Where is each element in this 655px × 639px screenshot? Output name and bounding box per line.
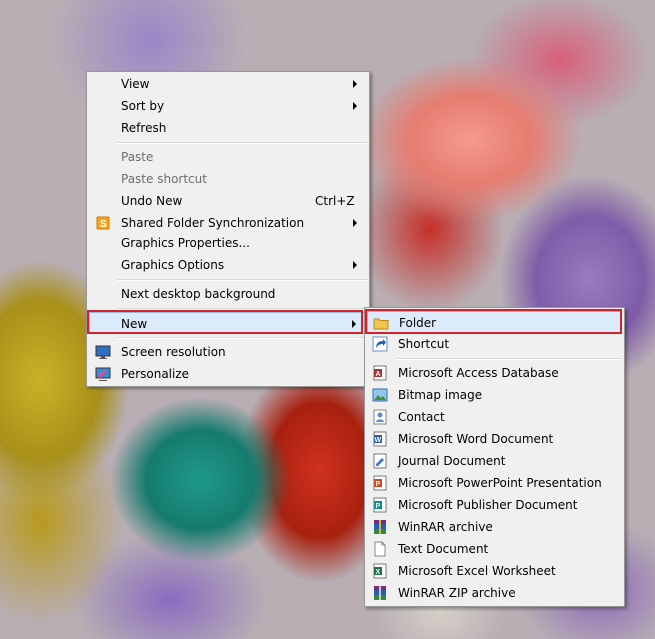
- menu-item-paste-shortcut[interactable]: Paste shortcut: [89, 168, 367, 190]
- menu-item-next-desktop-background-label: Next desktop background: [121, 287, 276, 301]
- sync-icon: S: [96, 216, 110, 230]
- submenu-item-bitmap-image[interactable]: Bitmap image: [367, 384, 622, 406]
- menu-item-graphics-properties-label: Graphics Properties...: [121, 236, 250, 250]
- menu-item-sort-by[interactable]: Sort by: [89, 95, 367, 117]
- submenu-item-contact-label: Contact: [398, 410, 445, 424]
- text-file-icon: [374, 541, 386, 557]
- submenu-item-powerpoint-presentation[interactable]: P Microsoft PowerPoint Presentation: [367, 472, 622, 494]
- menu-item-paste-shortcut-label: Paste shortcut: [121, 172, 207, 186]
- submenu-item-winrar-zip-archive[interactable]: WinRAR ZIP archive: [367, 582, 622, 604]
- submenu-item-journal-document[interactable]: Journal Document: [367, 450, 622, 472]
- personalize-icon: [95, 367, 111, 381]
- menu-item-paste-label: Paste: [121, 150, 154, 164]
- submenu-item-word-document-label: Microsoft Word Document: [398, 432, 554, 446]
- menu-item-shared-folder-sync[interactable]: S Shared Folder Synchronization: [89, 212, 367, 234]
- highlight-box-new: [87, 310, 363, 334]
- submenu-item-publisher-document[interactable]: P Microsoft Publisher Document: [367, 494, 622, 516]
- submenu-arrow-icon: [353, 80, 357, 88]
- submenu-item-winrar-archive-label: WinRAR archive: [398, 520, 493, 534]
- contact-icon: [373, 409, 387, 425]
- submenu-item-winrar-archive[interactable]: WinRAR archive: [367, 516, 622, 538]
- svg-text:P: P: [376, 503, 381, 510]
- access-icon: A: [373, 365, 387, 381]
- submenu-item-shortcut[interactable]: Shortcut: [367, 333, 622, 355]
- svg-text:W: W: [375, 437, 382, 444]
- submenu-item-journal-document-label: Journal Document: [398, 454, 506, 468]
- menu-item-personalize-label: Personalize: [121, 367, 190, 381]
- menu-item-view-label: View: [121, 77, 150, 91]
- submenu-item-contact[interactable]: Contact: [367, 406, 622, 428]
- svg-text:S: S: [100, 219, 107, 230]
- submenu-item-access-database-label: Microsoft Access Database: [398, 366, 559, 380]
- svg-text:X: X: [376, 569, 381, 576]
- submenu-item-bitmap-image-label: Bitmap image: [398, 388, 483, 402]
- menu-item-graphics-options[interactable]: Graphics Options: [89, 254, 367, 276]
- winrar-icon: [374, 520, 386, 534]
- submenu-arrow-icon: [353, 261, 357, 269]
- submenu-arrow-icon: [353, 102, 357, 110]
- menu-item-personalize[interactable]: Personalize: [89, 363, 367, 385]
- menu-item-undo-new-label: Undo New: [121, 194, 183, 208]
- submenu-item-winrar-zip-archive-label: WinRAR ZIP archive: [398, 586, 516, 600]
- submenu-item-excel-worksheet[interactable]: X Microsoft Excel Worksheet: [367, 560, 622, 582]
- submenu-item-text-document[interactable]: Text Document: [367, 538, 622, 560]
- submenu-item-powerpoint-presentation-label: Microsoft PowerPoint Presentation: [398, 476, 602, 490]
- submenu-item-access-database[interactable]: A Microsoft Access Database: [367, 362, 622, 384]
- svg-text:A: A: [376, 371, 381, 378]
- monitor-icon: [95, 345, 111, 359]
- menu-item-graphics-properties[interactable]: Graphics Properties...: [89, 232, 367, 254]
- new-submenu: Folder Shortcut A Microsoft Access Datab…: [364, 307, 625, 607]
- word-icon: W: [373, 431, 387, 447]
- journal-icon: [373, 453, 387, 469]
- powerpoint-icon: P: [373, 475, 387, 491]
- submenu-item-excel-worksheet-label: Microsoft Excel Worksheet: [398, 564, 556, 578]
- excel-icon: X: [373, 563, 387, 579]
- menu-item-screen-resolution-label: Screen resolution: [121, 345, 226, 359]
- image-icon: [372, 388, 388, 402]
- menu-item-refresh[interactable]: Refresh: [89, 117, 367, 139]
- submenu-arrow-icon: [353, 219, 357, 227]
- menu-item-shared-folder-sync-label: Shared Folder Synchronization: [121, 216, 305, 230]
- svg-text:P: P: [376, 481, 381, 488]
- submenu-item-shortcut-label: Shortcut: [398, 337, 450, 351]
- menu-item-view[interactable]: View: [89, 73, 367, 95]
- winrar-zip-icon: [374, 586, 386, 600]
- menu-separator: [117, 279, 367, 281]
- menu-separator: [117, 142, 367, 144]
- menu-item-next-desktop-background[interactable]: Next desktop background: [89, 283, 367, 305]
- menu-item-refresh-label: Refresh: [121, 121, 167, 135]
- menu-item-screen-resolution[interactable]: Screen resolution: [89, 341, 367, 363]
- menu-item-paste[interactable]: Paste: [89, 146, 367, 168]
- menu-item-sort-by-label: Sort by: [121, 99, 165, 113]
- submenu-item-publisher-document-label: Microsoft Publisher Document: [398, 498, 578, 512]
- submenu-item-text-document-label: Text Document: [398, 542, 489, 556]
- keyboard-shortcut: Ctrl+Z: [315, 194, 355, 208]
- highlight-box-folder: [365, 309, 622, 334]
- menu-item-undo-new[interactable]: Undo New Ctrl+Z: [89, 190, 367, 212]
- submenu-item-word-document[interactable]: W Microsoft Word Document: [367, 428, 622, 450]
- menu-separator: [117, 337, 367, 339]
- desktop-context-menu: View Sort by Refresh Paste Paste shortcu…: [86, 71, 370, 387]
- menu-item-graphics-options-label: Graphics Options: [121, 258, 225, 272]
- shortcut-arrow-icon: [372, 336, 388, 352]
- menu-separator: [395, 358, 622, 360]
- publisher-icon: P: [373, 497, 387, 513]
